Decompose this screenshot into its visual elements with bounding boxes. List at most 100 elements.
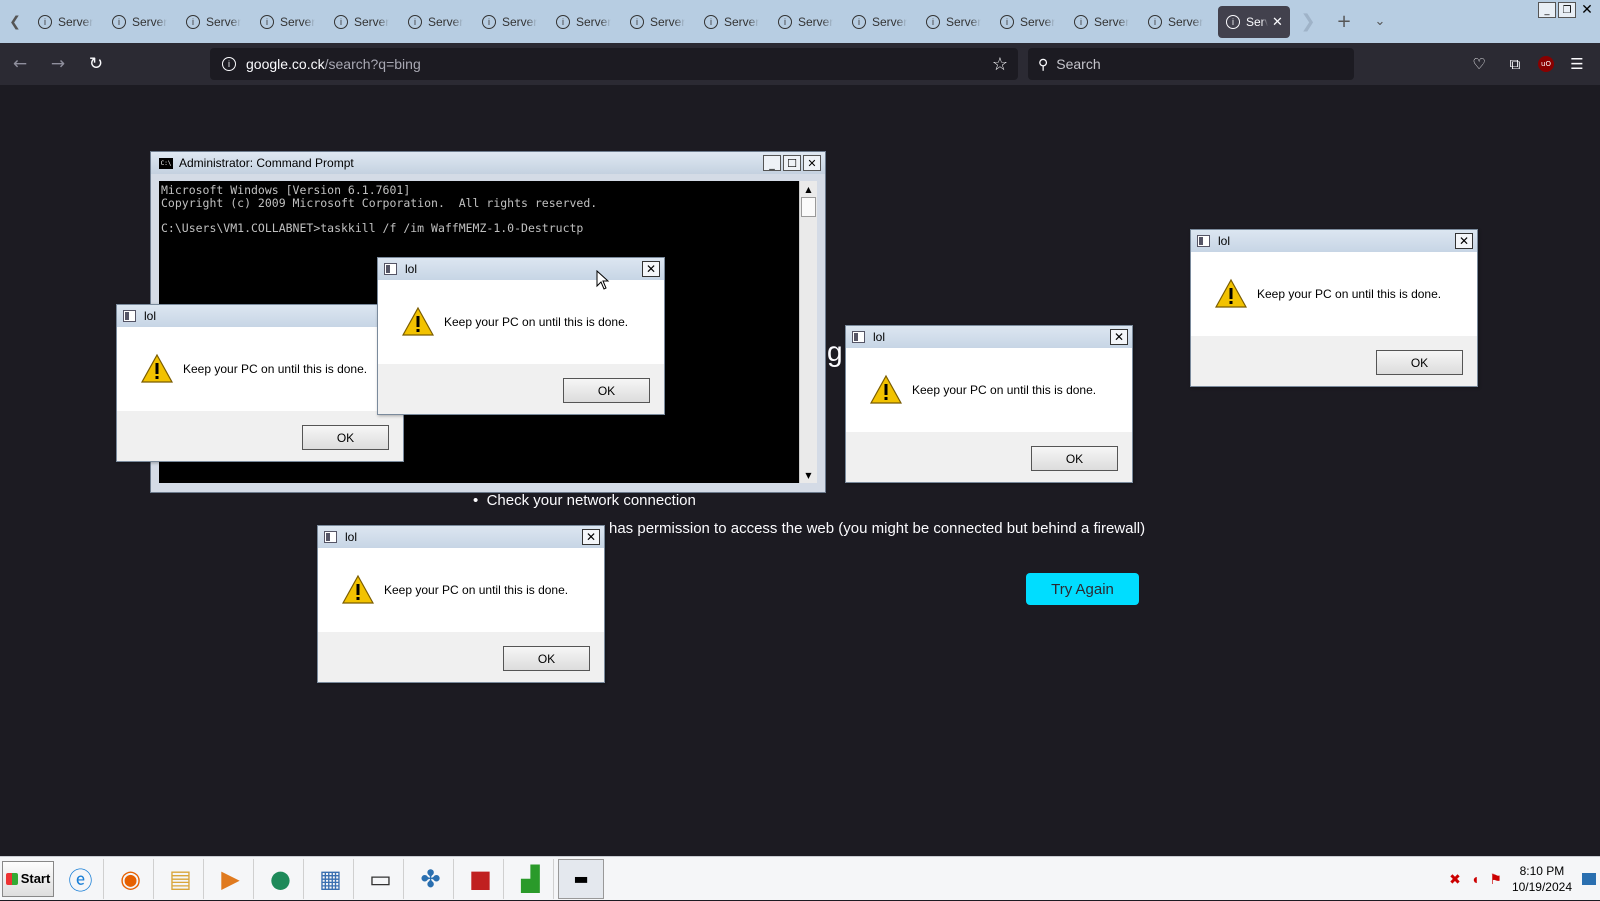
show-desktop-icon[interactable]: [1582, 873, 1596, 885]
tab-server[interactable]: i Server: [918, 6, 992, 38]
close-icon[interactable]: ✕: [1578, 2, 1596, 18]
lol-dialog[interactable]: lol✕Keep your PC on until this is done.O…: [317, 525, 605, 683]
window-controls: _ ❐ ✕: [1538, 2, 1596, 18]
cmd-titlebar[interactable]: C:\ Administrator: Command Prompt: [151, 152, 825, 174]
ok-button[interactable]: OK: [503, 646, 590, 671]
dialog-titlebar[interactable]: lol: [378, 258, 664, 280]
tab-label: Server: [724, 14, 760, 29]
network-error-icon[interactable]: ✖: [1449, 871, 1461, 888]
tab-server[interactable]: i Server: [992, 6, 1066, 38]
lol-dialog[interactable]: lol✕Keep your PC on until this is done.O…: [1190, 229, 1478, 387]
internet-explorer-icon[interactable]: ⓔ: [58, 858, 104, 899]
tab-server[interactable]: i Server: [104, 6, 178, 38]
start-button[interactable]: Start: [2, 860, 54, 897]
restore-icon[interactable]: ❐: [1558, 2, 1576, 18]
tab-scroll-right-icon[interactable]: ❯: [1290, 0, 1326, 43]
tab-server[interactable]: i Server: [30, 6, 104, 38]
tab-server[interactable]: i Server: [770, 6, 844, 38]
action-center-icon[interactable]: ⚑: [1489, 871, 1502, 888]
chart-app-icon[interactable]: ▟: [508, 858, 554, 899]
network-app-icon[interactable]: ✤: [408, 858, 454, 899]
dialog-titlebar[interactable]: lol: [318, 526, 604, 548]
ok-button[interactable]: OK: [302, 425, 389, 450]
toolbar-right: ♡ ⧉ uO ☰: [1466, 51, 1590, 77]
ok-button[interactable]: OK: [563, 378, 650, 403]
dialog-close-icon[interactable]: ✕: [582, 529, 600, 545]
lol-dialog[interactable]: lol✕Keep your PC on until this is done.O…: [845, 325, 1133, 483]
tab-server[interactable]: i Server: [178, 6, 252, 38]
dialog-titlebar[interactable]: lol: [117, 305, 403, 327]
tab-label: Server: [502, 14, 538, 29]
tab-server[interactable]: i Server: [474, 6, 548, 38]
minimize-icon[interactable]: _: [1538, 2, 1556, 18]
cmd-scrollbar[interactable]: ▲ ▼: [799, 181, 817, 483]
bookmark-star-icon[interactable]: ☆: [992, 54, 1008, 75]
new-tab-icon[interactable]: +: [1326, 0, 1362, 43]
dialog-titlebar[interactable]: lol: [846, 326, 1132, 348]
list-all-tabs-icon[interactable]: ⌄: [1362, 0, 1398, 43]
forward-icon[interactable]: →: [40, 48, 76, 80]
back-icon[interactable]: ←: [2, 48, 38, 80]
toolbox-icon[interactable]: ■: [458, 858, 504, 899]
extensions-icon[interactable]: ⧉: [1502, 51, 1528, 77]
info-icon: i: [260, 14, 274, 29]
tab-server[interactable]: i Server: [696, 6, 770, 38]
lol-dialog[interactable]: lol✕Keep your PC on until this is done.O…: [116, 304, 404, 462]
ok-button[interactable]: OK: [1031, 446, 1118, 471]
file-explorer-icon[interactable]: ▤: [158, 858, 204, 899]
clock-date: 10/19/2024: [1511, 880, 1572, 894]
bullet-permission-text: has permission to access the web (you mi…: [609, 520, 1146, 537]
tab-server[interactable]: i Server: [326, 6, 400, 38]
tab-server[interactable]: i Server: [400, 6, 474, 38]
search-icon: ⚲: [1038, 55, 1049, 72]
globe-app-icon[interactable]: ●: [258, 858, 304, 899]
ublock-icon[interactable]: uO: [1538, 56, 1554, 72]
system-tray: ✖ ◖ ⚑ 8:10 PM 10/19/2024: [1449, 857, 1596, 901]
dialog-close-icon[interactable]: ✕: [1455, 233, 1473, 249]
firefox-icon[interactable]: ◉: [108, 858, 154, 899]
url-host: google.co.ck: [246, 56, 325, 72]
clock[interactable]: 8:10 PM 10/19/2024: [1512, 863, 1572, 895]
lol-dialog[interactable]: lol✕Keep your PC on until this is done.O…: [377, 257, 665, 415]
tab-list: i Server i Server i Server i Server i Server i Serv…: [30, 6, 1214, 38]
ok-button[interactable]: OK: [1376, 350, 1463, 375]
dialog-title: lol: [873, 330, 886, 344]
tab-close-icon[interactable]: ✕: [1272, 14, 1283, 30]
tab-active[interactable]: i Server ✕: [1218, 5, 1290, 38]
app-window-icon: [1197, 235, 1210, 247]
info-icon: i: [112, 14, 126, 29]
menu-icon[interactable]: ☰: [1564, 51, 1590, 77]
tab-server[interactable]: i Server: [1066, 6, 1140, 38]
tab-scroll-left-icon[interactable]: ❮: [0, 0, 30, 43]
dialog-close-icon[interactable]: ✕: [1110, 329, 1128, 345]
search-placeholder: Search: [1056, 56, 1101, 72]
pocket-icon[interactable]: ♡: [1466, 51, 1492, 77]
scroll-up-icon[interactable]: ▲: [800, 181, 817, 197]
url-bar[interactable]: i google.co.ck /search?q=bing ☆: [210, 48, 1018, 80]
notepad-icon[interactable]: ▭: [358, 858, 404, 899]
dialog-titlebar[interactable]: lol: [1191, 230, 1477, 252]
try-again-button[interactable]: Try Again: [1026, 573, 1139, 605]
control-panel-icon[interactable]: ▦: [308, 858, 354, 899]
cmd-window-controls: _ ☐ ✕: [763, 155, 821, 171]
media-player-icon[interactable]: ▶: [208, 858, 254, 899]
volume-icon[interactable]: ◖: [1471, 871, 1479, 887]
dialog-close-icon[interactable]: ✕: [642, 261, 660, 277]
tab-label: Server: [798, 14, 834, 29]
reload-icon[interactable]: ↻: [78, 48, 114, 80]
page-heading-fragment: g: [827, 336, 843, 367]
site-info-icon[interactable]: i: [222, 57, 236, 71]
tab-server[interactable]: i Server: [548, 6, 622, 38]
scroll-thumb[interactable]: [801, 197, 816, 217]
tab-server[interactable]: i Server: [622, 6, 696, 38]
scroll-down-icon[interactable]: ▼: [800, 467, 817, 483]
cmd-maximize-icon[interactable]: ☐: [783, 155, 801, 171]
cmd-minimize-icon[interactable]: _: [763, 155, 781, 171]
cmd-close-icon[interactable]: ✕: [803, 155, 821, 171]
cmd-taskbar-icon[interactable]: ▬: [558, 858, 604, 899]
tab-label: Server: [576, 14, 612, 29]
search-input[interactable]: ⚲ Search: [1028, 48, 1354, 80]
tab-server[interactable]: i Server: [844, 6, 918, 38]
tab-server[interactable]: i Server: [252, 6, 326, 38]
tab-server[interactable]: i Server: [1140, 6, 1214, 38]
